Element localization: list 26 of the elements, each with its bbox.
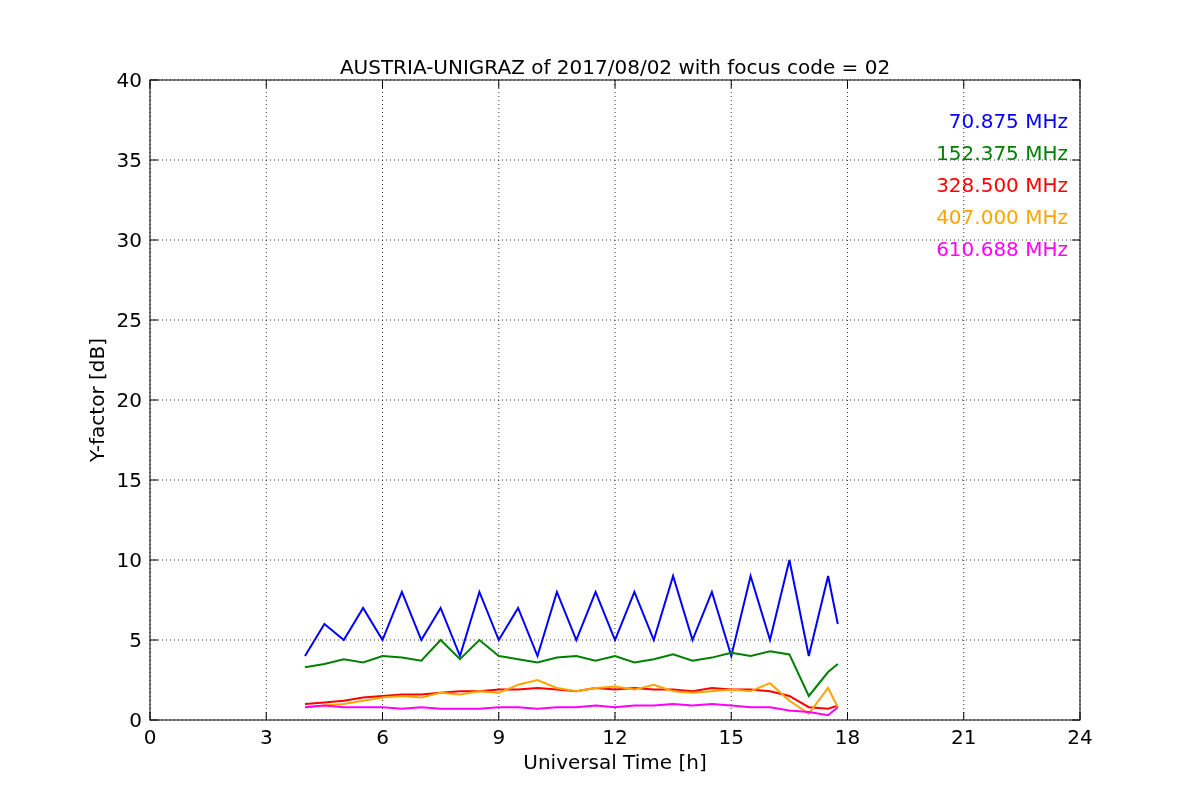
x-tick-label: 15	[718, 725, 744, 749]
legend-label: 152.375 MHz	[936, 141, 1068, 165]
y-tick-label: 35	[116, 148, 142, 172]
legend-label: 70.875 MHz	[948, 109, 1068, 133]
y-tick-label: 10	[116, 548, 142, 572]
x-tick-label: 12	[602, 725, 628, 749]
x-tick-label: 3	[259, 725, 273, 749]
x-axis-label: Universal Time [h]	[523, 750, 707, 774]
legend-label: 328.500 MHz	[936, 173, 1068, 197]
y-axis-label: Y-factor [dB]	[85, 338, 109, 462]
x-tick-label: 21	[951, 725, 977, 749]
y-tick-label: 5	[129, 628, 142, 652]
y-tick-label: 40	[116, 68, 142, 92]
y-tick-label: 25	[116, 308, 142, 332]
x-tick-label: 0	[143, 725, 157, 749]
chart-title: AUSTRIA-UNIGRAZ of 2017/08/02 with focus code = 02	[339, 55, 891, 79]
x-tick-label: 24	[1067, 725, 1093, 749]
y-tick-label: 15	[116, 468, 142, 492]
y-tick-label: 0	[129, 708, 142, 732]
y-tick-label: 30	[116, 228, 142, 252]
x-tick-label: 18	[834, 725, 861, 749]
x-tick-label: 9	[492, 725, 506, 749]
y-tick-label: 20	[116, 388, 142, 412]
x-tick-label: 6	[376, 725, 389, 749]
legend-label: 610.688 MHz	[936, 237, 1068, 261]
legend-label: 407.000 MHz	[936, 205, 1068, 229]
